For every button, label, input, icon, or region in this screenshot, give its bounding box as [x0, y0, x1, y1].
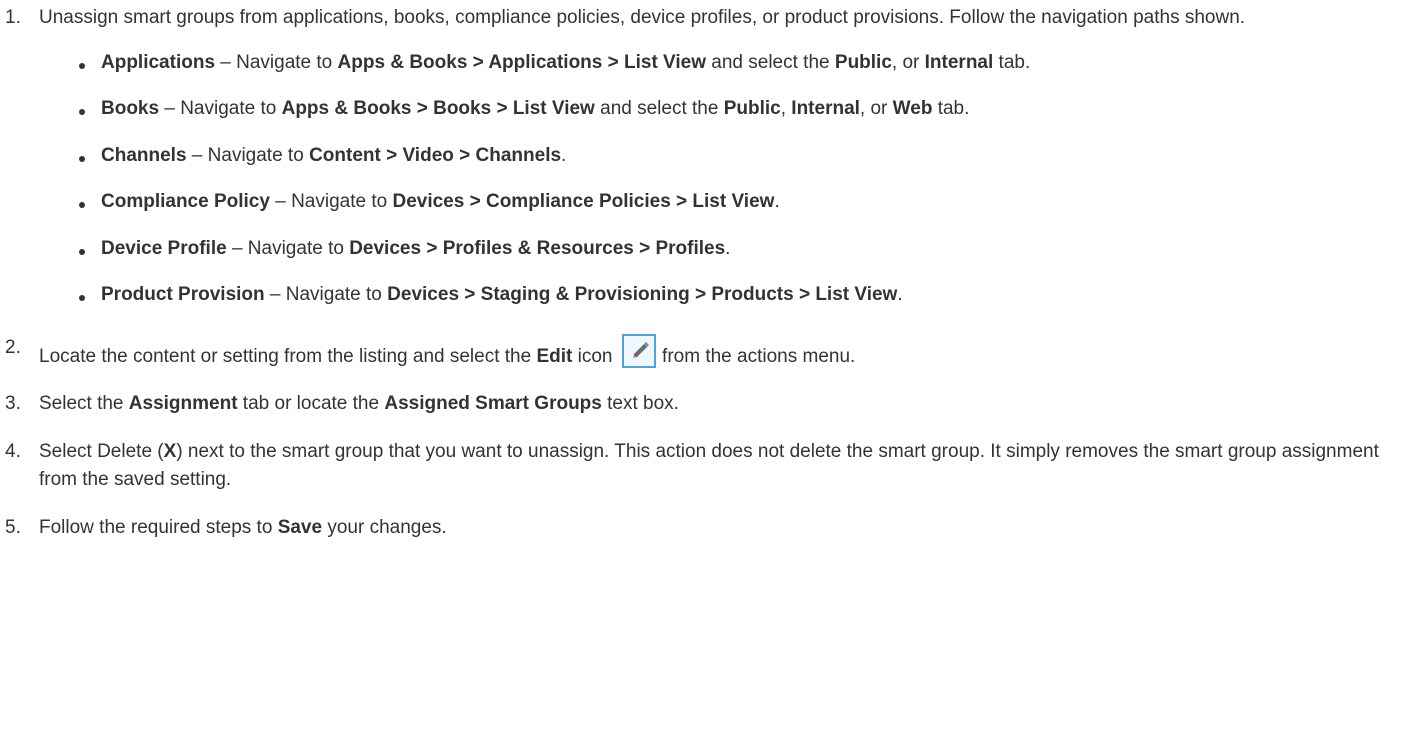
nav-text: , or — [891, 51, 925, 73]
step-number: 3. — [5, 393, 21, 414]
nav-path: Devices > Profiles & Resources > Profile… — [349, 237, 726, 259]
step-text: ) next to the smart group that you want … — [39, 440, 1379, 491]
nav-term: Product Provision — [101, 284, 265, 305]
step-text: Locate the content or setting from the l… — [39, 345, 537, 367]
nav-text: tab. — [993, 51, 1031, 73]
nav-text: tab. — [932, 98, 970, 119]
nav-path-compliance-policy: Compliance Policy – Navigate to Devices … — [77, 188, 1417, 217]
step-text: Select the — [39, 393, 129, 414]
ui-term: Edit — [536, 345, 573, 367]
step-text: Select Delete ( — [39, 440, 164, 462]
nav-text: . — [897, 284, 903, 305]
step-3: 3. Select the Assignment tab or locate t… — [0, 390, 1423, 419]
procedure-document: 1. Unassign smart groups from applicatio… — [0, 0, 1423, 738]
nav-text: . — [561, 144, 567, 166]
nav-text: – Navigate to — [264, 284, 388, 305]
nav-text: – Navigate to — [226, 237, 350, 259]
bullet-icon — [79, 155, 85, 162]
nav-path: Devices > Staging & Provisioning > Produ… — [387, 284, 898, 305]
tab-name: Public — [723, 98, 781, 119]
nav-term: Compliance Policy — [101, 191, 270, 212]
step-text: Follow the required steps to — [39, 516, 278, 538]
nav-path-books: Books – Navigate to Apps & Books > Books… — [77, 95, 1417, 124]
step-text: Unassign smart groups from applications,… — [39, 7, 1246, 28]
pencil-edit-icon — [621, 333, 656, 368]
step-text: icon — [572, 345, 618, 367]
step-number: 4. — [5, 440, 21, 462]
nav-path-channels: Channels – Navigate to Content > Video >… — [77, 142, 1417, 171]
nav-term: Channels — [101, 144, 187, 166]
nav-path-applications: Applications – Navigate to Apps & Books … — [77, 49, 1417, 78]
step-number: 5. — [5, 516, 21, 538]
nav-text: . — [774, 191, 780, 212]
nav-path: Apps & Books > Applications > List View — [337, 51, 707, 73]
nav-text: – Navigate to — [159, 98, 282, 119]
nav-term: Applications — [101, 51, 216, 73]
nav-path: Content > Video > Channels — [309, 144, 562, 166]
nav-text: – Navigate to — [186, 144, 310, 166]
ui-term: Assignment — [128, 393, 238, 414]
nav-path-product-provision: Product Provision – Navigate to Devices … — [77, 281, 1417, 310]
step-4: 4. Select Delete (X) next to the smart g… — [0, 438, 1423, 495]
nav-text: – Navigate to — [215, 51, 338, 73]
bullet-icon — [79, 109, 85, 115]
nav-term: Books — [101, 98, 160, 119]
bullet-icon — [79, 202, 85, 208]
bullet-icon — [79, 295, 85, 301]
tab-name: Public — [834, 51, 892, 73]
nav-text: and select the — [594, 98, 724, 119]
nav-text: , — [780, 98, 792, 119]
step-number: 2. — [5, 336, 21, 358]
tab-name: Web — [892, 98, 933, 119]
tab-name: Internal — [924, 51, 994, 73]
tab-name: Internal — [791, 98, 860, 119]
nav-path: Devices > Compliance Policies > List Vie… — [392, 191, 775, 212]
nav-text: and select the — [706, 51, 835, 73]
bullet-icon — [79, 62, 85, 69]
ui-term: Assigned Smart Groups — [384, 393, 602, 414]
step-text: text box. — [601, 393, 679, 414]
step-2: 2. Locate the content or setting from th… — [0, 333, 1423, 372]
navigation-path-list: Applications – Navigate to Apps & Books … — [39, 49, 1417, 310]
nav-path-device-profile: Device Profile – Navigate to Devices > P… — [77, 235, 1417, 264]
step-text: your changes. — [322, 516, 447, 538]
ui-term: X — [163, 440, 177, 462]
nav-path: Apps & Books > Books > List View — [281, 98, 595, 119]
pencil-icon-graphic — [632, 341, 649, 358]
nav-term: Device Profile — [101, 237, 227, 259]
procedure-steps: 1. Unassign smart groups from applicatio… — [0, 4, 1423, 542]
step-5: 5. Follow the required steps to Save you… — [0, 514, 1423, 543]
nav-text: , or — [859, 98, 893, 119]
step-text: from the actions menu. — [656, 345, 856, 367]
nav-text: – Navigate to — [269, 191, 393, 212]
step-text: tab or locate the — [237, 393, 385, 414]
bullet-icon — [79, 248, 85, 255]
ui-term: Save — [277, 516, 323, 538]
step-1: 1. Unassign smart groups from applicatio… — [0, 4, 1423, 310]
step-number: 1. — [5, 7, 21, 28]
nav-text: . — [725, 237, 731, 259]
